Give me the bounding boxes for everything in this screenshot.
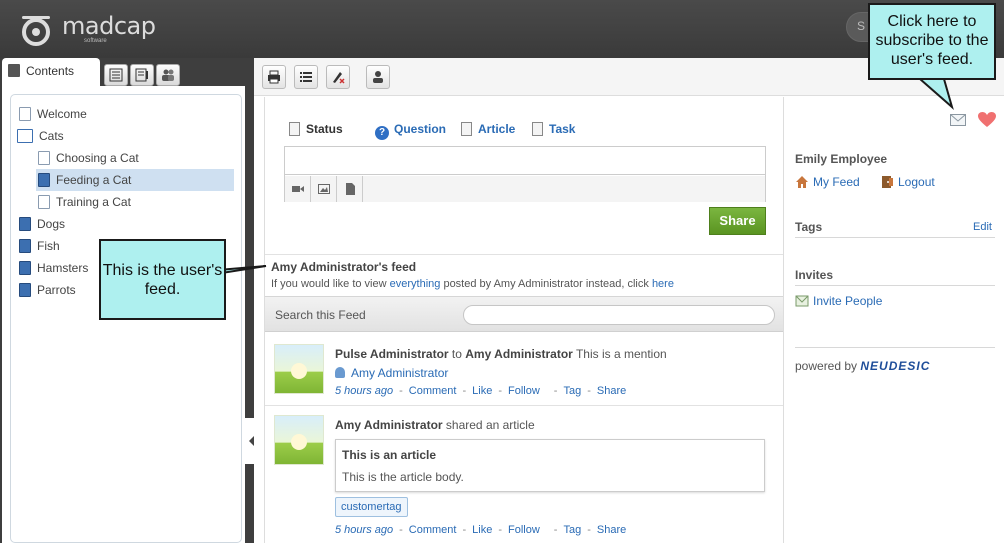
subscribe-callout: Click here to subscribe to the user's fe… [868,3,996,80]
feed-callout: This is the user's feed. [99,239,226,320]
